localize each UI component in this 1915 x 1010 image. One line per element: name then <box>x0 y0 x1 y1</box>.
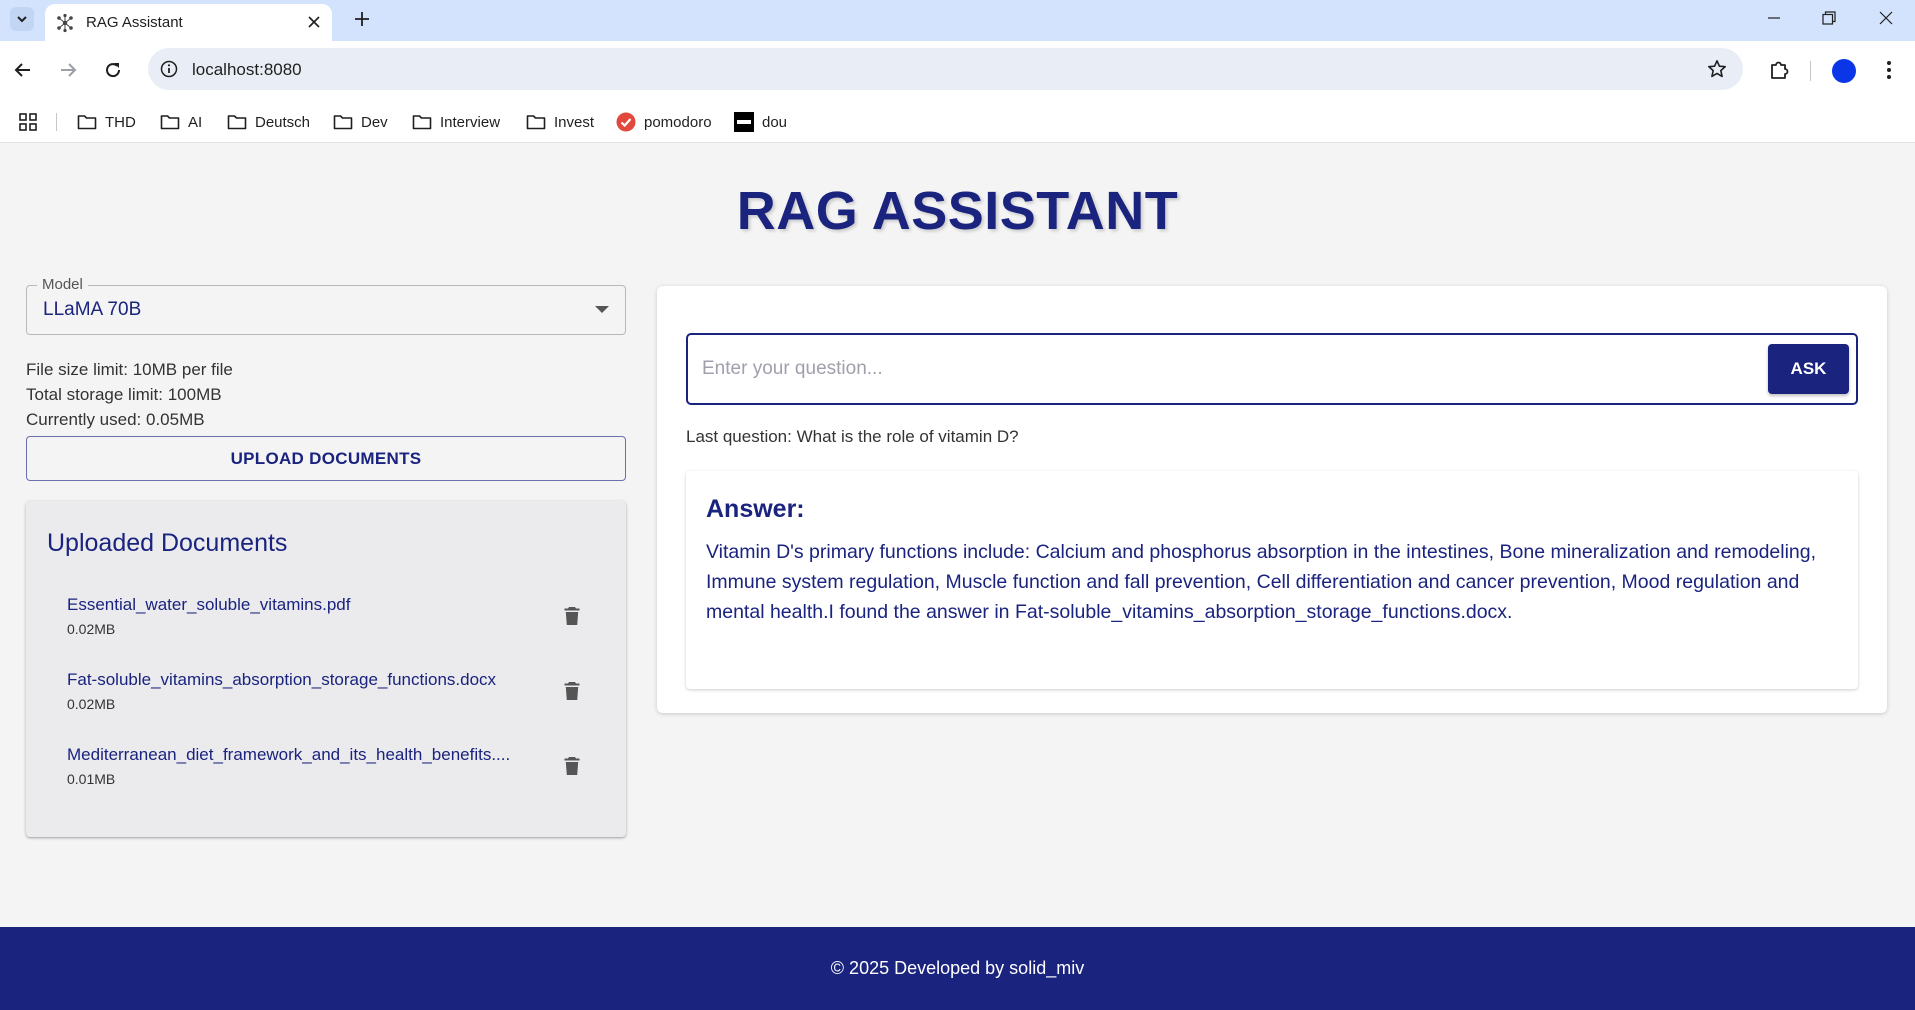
ask-button[interactable]: ASK <box>1768 344 1849 394</box>
folder-icon <box>77 115 97 130</box>
folder-icon <box>333 115 353 130</box>
answer-title: Answer: <box>706 495 805 523</box>
pomodoro-check-icon <box>616 112 636 132</box>
restore-icon <box>1822 11 1836 25</box>
trash-icon <box>564 757 580 775</box>
bookmark-dou[interactable]: dou <box>734 109 787 135</box>
bookmark-star-icon[interactable] <box>1705 57 1729 81</box>
uploaded-documents-title: Uploaded Documents <box>47 529 288 557</box>
browser-menu-button[interactable] <box>1876 55 1902 85</box>
delete-document-button[interactable] <box>557 601 587 631</box>
document-item: Fat-soluble_vitamins_absorption_storage_… <box>67 670 607 730</box>
folder-icon <box>227 115 247 130</box>
reload-icon <box>106 63 121 78</box>
bookmark-label: Interview <box>440 113 501 131</box>
restore-button[interactable] <box>1806 4 1852 32</box>
bookmark-label: THD <box>105 113 136 131</box>
close-icon <box>308 16 320 28</box>
bookmark-invest[interactable]: Invest <box>526 109 594 135</box>
document-name: Fat-soluble_vitamins_absorption_storage_… <box>67 670 497 689</box>
model-label: Model <box>37 276 88 293</box>
delete-document-button[interactable] <box>557 676 587 706</box>
minimize-button[interactable] <box>1751 4 1797 32</box>
document-name: Essential_water_soluble_vitamins.pdf <box>67 595 351 614</box>
storage-limits: File size limit: 10MB per file Total sto… <box>26 357 233 432</box>
browser-tab-bar: RAG Assistant <box>0 0 1915 41</box>
url-text: localhost:8080 <box>192 60 302 79</box>
browser-tab[interactable]: RAG Assistant <box>45 4 332 41</box>
bookmark-label: Dev <box>361 113 388 131</box>
bookmarks-divider <box>56 113 57 131</box>
profile-avatar[interactable] <box>1832 59 1856 83</box>
extensions-button[interactable] <box>1763 54 1795 86</box>
answer-card: Answer: Vitamin D's primary functions in… <box>686 471 1858 689</box>
more-vertical-icon <box>1887 61 1891 79</box>
dropdown-caret-icon <box>595 306 609 313</box>
address-bar[interactable]: localhost:8080 <box>148 48 1743 90</box>
bookmark-dev[interactable]: Dev <box>333 109 388 135</box>
toolbar-divider <box>1810 61 1811 81</box>
delete-document-button[interactable] <box>557 751 587 781</box>
document-item: Essential_water_soluble_vitamins.pdf 0.0… <box>67 595 607 655</box>
bookmark-pomodoro[interactable]: pomodoro <box>616 109 712 135</box>
currently-used: Currently used: 0.05MB <box>26 410 205 429</box>
bookmark-deutsch[interactable]: Deutsch <box>227 109 310 135</box>
folder-icon <box>160 115 180 130</box>
bookmark-label: dou <box>762 113 788 131</box>
dou-logo-icon <box>734 112 754 132</box>
answer-text: Vitamin D's primary functions include: C… <box>706 541 1817 623</box>
app-favicon-icon <box>57 13 73 33</box>
model-selected-value: LLaMA 70B <box>43 299 142 320</box>
trash-icon <box>564 682 580 700</box>
question-input[interactable] <box>702 351 1712 387</box>
document-size: 0.02MB <box>67 621 116 637</box>
tab-title: RAG Assistant <box>86 14 183 31</box>
document-name: Mediterranean_diet_framework_and_its_hea… <box>67 745 511 764</box>
plus-icon <box>355 12 369 26</box>
bookmark-label: AI <box>188 113 203 131</box>
reload-button[interactable] <box>96 53 130 87</box>
document-size: 0.01MB <box>67 771 116 787</box>
uploaded-documents-panel: Uploaded Documents Essential_water_solub… <box>26 501 626 837</box>
apps-grid-button[interactable] <box>16 110 40 134</box>
page-title: RAG ASSISTANT <box>736 181 1179 241</box>
minimize-icon <box>1768 17 1780 19</box>
upload-documents-button[interactable]: UPLOAD DOCUMENTS <box>26 436 626 481</box>
browser-toolbar: localhost:8080 <box>0 41 1915 101</box>
arrow-left-icon <box>14 63 30 77</box>
total-storage-limit: Total storage limit: 100MB <box>26 385 222 404</box>
tab-close-button[interactable] <box>304 12 324 32</box>
bookmark-ai[interactable]: AI <box>160 109 202 135</box>
arrow-right-icon <box>61 63 77 77</box>
folder-icon <box>526 115 546 130</box>
back-button[interactable] <box>6 53 40 87</box>
tab-search-button[interactable] <box>10 7 34 31</box>
site-info-icon[interactable] <box>158 58 180 80</box>
bookmarks-bar: THD AI Deutsch Dev Interview Invest pomo… <box>0 101 1915 143</box>
document-item: Mediterranean_diet_framework_and_its_hea… <box>67 745 607 805</box>
footer: © 2025 Developed by solid_miv <box>0 927 1915 1010</box>
footer-text: © 2025 Developed by solid_miv <box>830 958 1085 978</box>
file-size-limit: File size limit: 10MB per file <box>26 360 233 379</box>
question-answer-panel: ASK Last question: What is the role of v… <box>657 286 1887 713</box>
close-window-button[interactable] <box>1863 4 1909 32</box>
trash-icon <box>564 607 580 625</box>
document-size: 0.02MB <box>67 696 116 712</box>
puzzle-icon <box>1771 61 1789 79</box>
last-question: Last question: What is the role of vitam… <box>686 427 1019 446</box>
forward-button[interactable] <box>51 53 85 87</box>
folder-icon <box>412 115 432 130</box>
bookmark-label: Deutsch <box>255 113 311 131</box>
bookmark-interview[interactable]: Interview <box>412 109 500 135</box>
close-icon <box>1879 11 1893 25</box>
model-select[interactable]: Model LLaMA 70B <box>26 276 626 335</box>
new-tab-button[interactable] <box>349 6 375 32</box>
bookmark-label: pomodoro <box>644 113 712 131</box>
chevron-down-icon <box>17 16 27 23</box>
bookmark-thd[interactable]: THD <box>77 109 136 135</box>
question-field: ASK <box>686 333 1858 405</box>
apps-grid-icon <box>19 113 37 131</box>
bookmark-label: Invest <box>554 113 595 131</box>
